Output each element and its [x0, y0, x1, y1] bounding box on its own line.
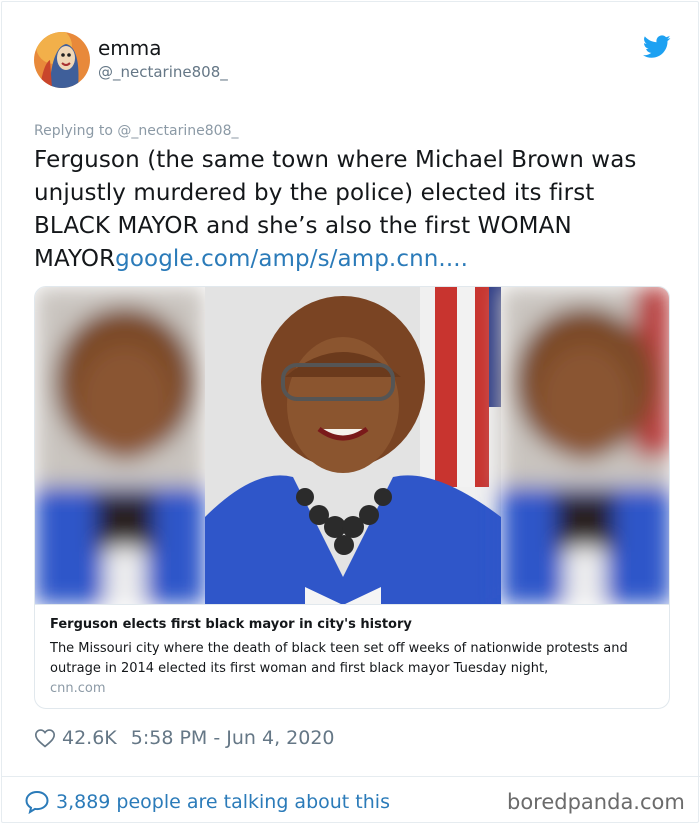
watermark: boredpanda.com: [507, 790, 685, 814]
divider: [2, 776, 700, 777]
speech-bubble-icon: [25, 790, 49, 814]
card-image: [35, 287, 669, 605]
handle[interactable]: @_nectarine808_: [98, 63, 228, 81]
tweet-card: emma @_nectarine808_ Replying to @_necta…: [1, 1, 700, 823]
conversation-link[interactable]: 3,889 people are talking about this: [24, 788, 390, 816]
avatar-image: [34, 32, 90, 88]
twitter-bird-icon[interactable]: [643, 35, 671, 59]
link-card[interactable]: Ferguson elects first black mayor in cit…: [34, 286, 670, 709]
avatar[interactable]: [34, 32, 90, 88]
card-description: The Missouri city where the death of bla…: [50, 641, 628, 676]
tweet-link[interactable]: google.com/amp/s/amp.cnn....: [115, 246, 468, 272]
tweet-text: Ferguson (the same town where Michael Br…: [34, 144, 674, 276]
tweet-meta: 42.6K 5:58 PM - Jun 4, 2020: [34, 724, 335, 752]
card-title: Ferguson elects first black mayor in cit…: [50, 617, 412, 632]
conversation-label[interactable]: 3,889 people are talking about this: [56, 791, 390, 813]
replying-to-label: Replying to @_nectarine808_: [34, 123, 239, 139]
card-domain: cnn.com: [50, 681, 106, 696]
timestamp[interactable]: 5:58 PM - Jun 4, 2020: [131, 727, 335, 749]
display-name[interactable]: emma: [98, 36, 162, 60]
heart-icon[interactable]: [34, 727, 56, 749]
like-count[interactable]: 42.6K: [62, 727, 117, 749]
